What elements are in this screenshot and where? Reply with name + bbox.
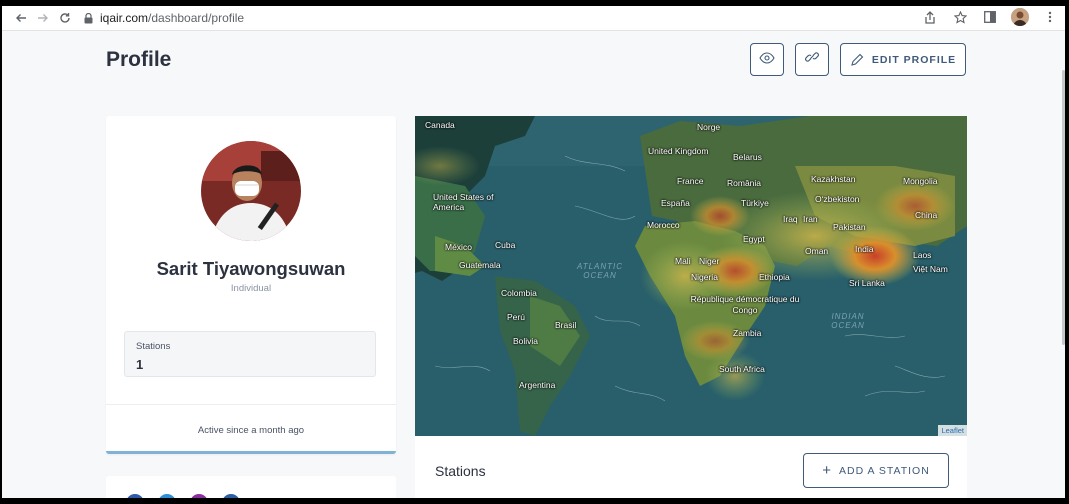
sidebar-icon[interactable] bbox=[981, 8, 999, 26]
map-label: Egypt bbox=[743, 234, 765, 244]
map-label: Iraq bbox=[783, 214, 798, 224]
map-label: Norge bbox=[697, 122, 721, 132]
map-label: Bolivia bbox=[513, 336, 539, 346]
profile-type: Individual bbox=[230, 283, 272, 294]
active-since-text: Active since a month ago bbox=[197, 425, 305, 436]
add-station-button[interactable]: + ADD A STATION bbox=[803, 453, 949, 488]
lock-icon bbox=[82, 12, 94, 24]
air-quality-map[interactable]: Canada Norge United Kingdom Belarus Fran… bbox=[415, 116, 967, 436]
social-icon[interactable] bbox=[126, 494, 144, 498]
add-station-label: ADD A STATION bbox=[838, 464, 930, 477]
eye-icon bbox=[759, 51, 775, 69]
map-label: India bbox=[855, 244, 874, 254]
social-icon[interactable] bbox=[190, 494, 208, 498]
map-label: Việt Nam bbox=[913, 264, 948, 274]
map-label: Belarus bbox=[733, 152, 762, 162]
browser-toolbar: iqair.com/dashboard/profile bbox=[2, 6, 1065, 31]
address-bar[interactable]: iqair.com/dashboard/profile bbox=[82, 8, 244, 28]
map-label: Kazakhstan bbox=[811, 174, 856, 184]
edit-profile-button[interactable]: EDIT PROFILE bbox=[840, 43, 966, 76]
copy-link-button[interactable] bbox=[795, 43, 829, 76]
map-label: Cuba bbox=[495, 240, 516, 250]
edit-profile-label: EDIT PROFILE bbox=[871, 53, 957, 66]
map-label: Niger bbox=[699, 256, 720, 266]
social-icon[interactable] bbox=[158, 494, 176, 498]
profile-avatar[interactable] bbox=[1011, 8, 1029, 26]
map-label: España bbox=[661, 198, 690, 208]
stations-count-value: 1 bbox=[136, 357, 144, 372]
stations-panel: Stations + ADD A STATION bbox=[415, 436, 967, 498]
map-label: United Kingdom bbox=[648, 146, 709, 156]
map-label: Pakistan bbox=[833, 222, 866, 232]
stations-heading: Stations bbox=[435, 463, 486, 479]
map-label: Oman bbox=[805, 246, 829, 256]
stations-count-label: Stations bbox=[136, 341, 171, 352]
map-label: Guatemala bbox=[459, 260, 501, 270]
profile-photo bbox=[201, 141, 301, 241]
divider bbox=[106, 404, 396, 405]
forward-icon[interactable] bbox=[32, 7, 54, 29]
social-card bbox=[106, 476, 396, 498]
star-icon[interactable] bbox=[951, 8, 969, 26]
url-text: iqair.com/dashboard/profile bbox=[100, 11, 245, 25]
map-label: South Africa bbox=[719, 364, 765, 374]
more-icon[interactable] bbox=[1041, 8, 1059, 26]
pencil-icon bbox=[850, 53, 864, 67]
map-label: México bbox=[445, 242, 472, 252]
map-label: Perú bbox=[507, 312, 525, 322]
leaflet-attribution-link[interactable]: Leaflet bbox=[938, 425, 967, 436]
profile-card: Sarit Tiyawongsuwan Individual Stations … bbox=[106, 116, 396, 454]
map-label: Zambia bbox=[733, 328, 762, 338]
map-label: Morocco bbox=[647, 220, 680, 230]
ocean-label: ATLANTIC OCEAN bbox=[576, 262, 624, 280]
map-label: Oʻzbekiston bbox=[815, 194, 860, 204]
map-label: Ethiopia bbox=[759, 272, 790, 282]
link-icon bbox=[804, 49, 820, 70]
map-label: United States of America bbox=[433, 192, 494, 212]
stations-count-box: Stations 1 bbox=[124, 331, 376, 377]
map-label: Sri Lanka bbox=[849, 278, 885, 288]
map-label: République démocratique du Congo bbox=[690, 294, 800, 315]
reload-icon[interactable] bbox=[54, 7, 76, 29]
share-icon[interactable] bbox=[921, 8, 939, 26]
plus-icon: + bbox=[822, 462, 831, 479]
map-label: Laos bbox=[913, 250, 932, 260]
ocean-label: INDIAN OCEAN bbox=[831, 312, 865, 330]
preview-button[interactable] bbox=[750, 43, 784, 76]
map-label: Brasil bbox=[555, 320, 577, 330]
map-label: România bbox=[727, 178, 762, 188]
profile-name: Sarit Tiyawongsuwan bbox=[156, 258, 346, 279]
map-label: Canada bbox=[425, 120, 455, 130]
page-title: Profile bbox=[106, 48, 172, 71]
browser-window: iqair.com/dashboard/profile Profile EDIT… bbox=[2, 6, 1065, 498]
page-scrollbar[interactable] bbox=[1062, 70, 1065, 345]
map-label: Iran bbox=[803, 214, 818, 224]
social-icon[interactable] bbox=[222, 494, 240, 498]
back-icon[interactable] bbox=[10, 7, 32, 29]
map-label: China bbox=[915, 210, 938, 220]
map-label: Türkiye bbox=[741, 198, 769, 208]
map-label: Nigeria bbox=[691, 272, 718, 282]
map-label: Mali bbox=[675, 256, 691, 266]
map-label: Mongolia bbox=[903, 176, 938, 186]
map-label: Argentina bbox=[519, 380, 556, 390]
map-label: France bbox=[677, 176, 704, 186]
map-label: Colombia bbox=[501, 288, 537, 298]
